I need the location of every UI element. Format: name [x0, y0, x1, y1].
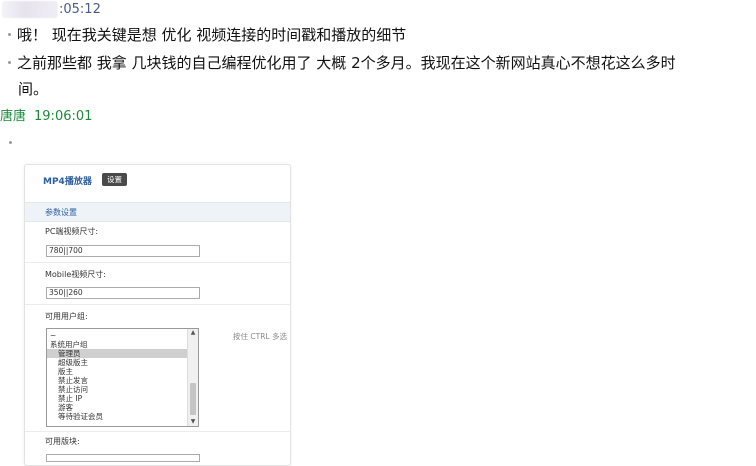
scroll-thumb: [190, 383, 196, 415]
list-option: 禁止访问: [58, 385, 88, 394]
shared-screenshot-image[interactable]: MP4播放器 设置 参数设置 PC端视频尺寸: 780||700 Mobile视…: [24, 164, 291, 466]
pc-size-label: PC端视频尺寸:: [45, 227, 99, 236]
scroll-up-icon: ▲: [190, 329, 196, 336]
message-text-3: 间。: [18, 80, 49, 98]
divider: [25, 431, 290, 432]
divider: [25, 304, 290, 305]
section-header: 参数设置: [25, 202, 290, 222]
list-option: 等待验证会员: [58, 412, 103, 421]
message-line-1: 哦！ 现在我关键是想 优化 视频连接的时间戳和播放的细节: [8, 23, 406, 48]
user-groups-label: 可用用户组:: [45, 312, 88, 321]
forums-input: [46, 454, 200, 462]
mobile-size-input: 350||260: [46, 287, 200, 299]
sender-name[interactable]: 唐唐: [0, 109, 26, 124]
list-option: 系统用户组: [50, 340, 88, 349]
list-option: 游客: [58, 403, 73, 412]
bullet-dot: [8, 33, 11, 36]
bullet-dot: [8, 61, 11, 64]
message-time-1: :05:12: [59, 2, 101, 17]
divider: [25, 262, 290, 263]
message-line-3: 间。: [18, 77, 48, 102]
mobile-size-label: Mobile视频尺寸:: [45, 270, 106, 279]
settings-button: 设置: [102, 173, 127, 186]
list-option: 超级版主: [58, 358, 88, 367]
list-option: ~: [50, 331, 57, 340]
message-text-2: 之前那些都 我拿 几块钱的自己编程优化用了 大概 2个多月。我现在这个新网站真心…: [17, 54, 676, 72]
blurred-sender-name: [2, 1, 58, 18]
message-time-2: 19:06:01: [34, 109, 93, 124]
list-option: 禁止 IP: [58, 394, 83, 403]
pc-size-input: 780||700: [46, 245, 200, 257]
listbox-scrollbar: ▲ ▼: [187, 329, 198, 426]
scroll-down-icon: ▼: [190, 418, 196, 425]
section-title: 参数设置: [45, 208, 77, 217]
multi-select-hint: 按住 CTRL 多选: [233, 332, 287, 341]
message-text-1: 哦！ 现在我关键是想 优化 视频连接的时间戳和播放的细节: [17, 26, 407, 44]
bullet-dot: [9, 141, 12, 144]
message-header-1: :05:12: [0, 0, 200, 20]
list-option-selected: 管理员: [47, 349, 195, 358]
message-line-2: 之前那些都 我拿 几块钱的自己编程优化用了 大概 2个多月。我现在这个新网站真心…: [8, 51, 676, 76]
message-header-2: 唐唐 19:06:01: [0, 105, 92, 124]
player-title: MP4播放器: [43, 177, 92, 187]
forums-label: 可用版块:: [45, 437, 80, 446]
list-option: 版主: [58, 367, 73, 376]
user-groups-listbox: ~ 系统用户组 管理员 超级版主 版主 禁止发言 禁止访问 禁止 IP 游客 等…: [46, 328, 199, 427]
list-option: 禁止发言: [58, 376, 88, 385]
